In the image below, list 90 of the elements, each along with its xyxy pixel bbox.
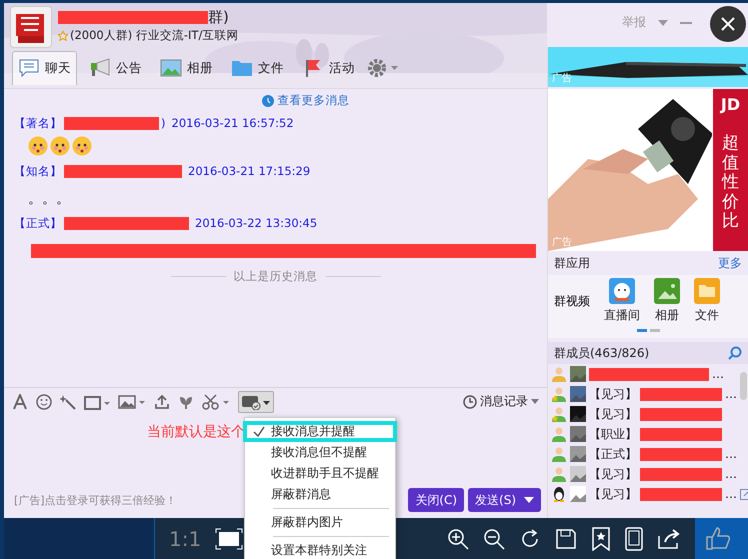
folder-icon — [694, 278, 720, 304]
blushing-face-icon — [50, 136, 70, 156]
image-icon — [654, 278, 680, 304]
search-icon[interactable] — [728, 346, 742, 360]
send-button[interactable]: 发送(S) — [468, 488, 541, 512]
name-end: … — [725, 467, 737, 481]
member-tag: 【职业】 — [589, 426, 637, 442]
brand-text: JD — [720, 95, 740, 114]
member-tag: 【见习】 — [589, 406, 637, 422]
caret-icon — [531, 399, 539, 404]
message-time: 2016-03-21 16:57:52 — [172, 116, 294, 130]
dog-face-icon — [609, 278, 635, 304]
more-messages-link[interactable]: 查看更多消息 — [262, 93, 350, 108]
avatar-icon — [570, 446, 586, 462]
app-button[interactable]: 文件 — [694, 278, 720, 324]
actual-size-button[interactable]: 1:1 — [169, 526, 202, 550]
avatar-icon — [570, 426, 586, 442]
close-button[interactable] — [710, 6, 746, 42]
member-tag: 【见习】 — [589, 386, 637, 402]
thumbs-up-icon[interactable] — [705, 525, 731, 551]
section-title: 群应用 — [554, 254, 590, 272]
member-tag: 【著名】 — [14, 116, 62, 130]
upload-icon[interactable] — [154, 394, 170, 410]
page-indicator[interactable] — [636, 329, 646, 332]
member-tag: 【正式】 — [589, 446, 637, 462]
image-caret-icon[interactable] — [118, 394, 146, 410]
bookmark-star-icon[interactable] — [591, 526, 612, 550]
name-end: … — [725, 447, 737, 461]
blushing-face-icon — [72, 136, 92, 156]
member-tag: 【知名】 — [14, 164, 62, 178]
menu-item[interactable]: 设置本群特别关注 — [243, 540, 397, 559]
annotation-text: 当前默认是这个 — [147, 423, 245, 441]
fit-screen-icon[interactable] — [215, 528, 244, 550]
save-icon[interactable] — [555, 528, 578, 550]
ad-side-strip[interactable]: JD 超值性价比 — [713, 89, 748, 251]
close-icon — [720, 16, 736, 32]
blushing-face-icon — [28, 136, 48, 156]
name-end: ) — [161, 116, 166, 130]
zoom-in-icon[interactable] — [447, 528, 470, 550]
avatar-icon — [570, 366, 586, 382]
person-icon — [551, 426, 567, 442]
menu-item[interactable]: 接收消息并提醒 — [243, 421, 397, 442]
history-divider-text: 以上是历史消息 — [234, 269, 318, 284]
admin-person-icon — [551, 406, 567, 422]
smiley-icon[interactable] — [36, 394, 52, 410]
scissors-caret-icon[interactable] — [202, 394, 230, 410]
close-chat-button[interactable]: 关闭(C) — [408, 488, 464, 512]
more-link[interactable]: 更多 — [718, 254, 742, 272]
member-tag: 【见习】 — [589, 486, 637, 502]
avatar-icon — [570, 406, 586, 422]
message-time: 2016-03-22 13:30:45 — [195, 216, 318, 230]
person-icon — [551, 366, 567, 382]
ad-label: 广告 — [551, 236, 573, 250]
message-history-button[interactable]: 消息记录 — [463, 393, 539, 410]
menu-item[interactable]: 屏蔽群内图片 — [243, 512, 397, 533]
penguin-icon — [551, 486, 567, 502]
avatar-icon — [570, 386, 586, 402]
menu-item[interactable]: 收进群助手且不提醒 — [243, 463, 397, 484]
message-text: 。。。 — [27, 190, 71, 208]
ad-label: 广告 — [551, 72, 573, 86]
menu-item[interactable]: 接收消息但不提醒 — [243, 442, 397, 463]
caret-icon — [524, 497, 534, 503]
slogan-text: 超值性价比 — [722, 134, 739, 232]
menu-item[interactable]: 屏蔽群消息 — [243, 484, 397, 505]
zoom-out-icon[interactable] — [483, 528, 506, 550]
name-end: … — [725, 487, 737, 501]
tablet-icon[interactable] — [625, 526, 644, 550]
magic-wand-icon[interactable] — [60, 394, 76, 410]
clock-icon — [262, 94, 274, 106]
check-icon — [253, 426, 265, 438]
admin-person-icon — [551, 386, 567, 402]
members-title: 群成员(463/826) — [554, 344, 650, 362]
scrollbar-thumb[interactable] — [740, 372, 747, 400]
message-time: 2016-03-21 17:15:29 — [188, 164, 310, 178]
name-end: … — [712, 367, 724, 381]
avatar-icon — [570, 486, 586, 502]
member-tag: 【正式】 — [14, 216, 62, 230]
person-icon — [551, 446, 567, 462]
name-end: … — [725, 387, 737, 401]
app-button[interactable]: 直播间 — [604, 278, 640, 324]
message-settings-button[interactable] — [238, 390, 274, 412]
app-button[interactable]: 相册 — [654, 278, 680, 324]
avatar-icon — [570, 466, 586, 482]
person-icon — [551, 466, 567, 482]
font-icon[interactable] — [12, 394, 28, 410]
share-icon[interactable] — [657, 528, 682, 550]
picture-caret-icon[interactable] — [84, 394, 110, 410]
member-tag: 【见习】 — [589, 466, 637, 482]
clock-icon — [463, 394, 477, 408]
group-video-label[interactable]: 群视频 — [554, 292, 590, 310]
